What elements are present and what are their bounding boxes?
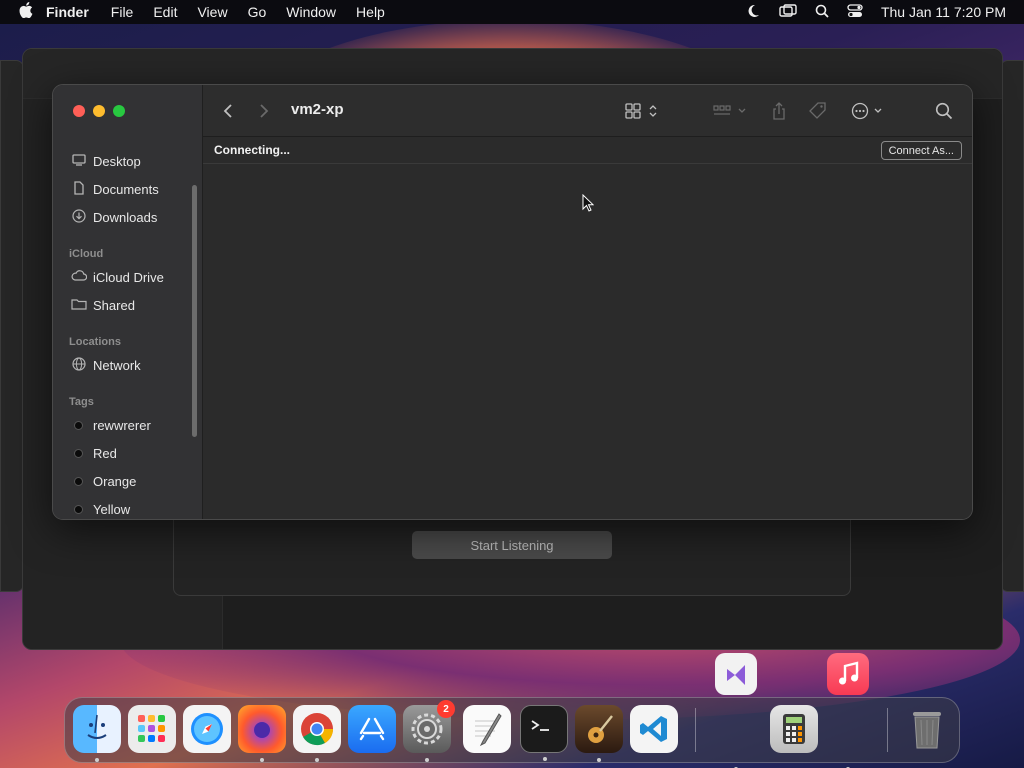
window-controls [73, 105, 125, 117]
running-indicator [315, 758, 319, 762]
close-window-button[interactable] [73, 105, 85, 117]
sidebar-item-label: Desktop [93, 153, 141, 169]
tag-dot-icon [74, 504, 83, 514]
zoom-window-button[interactable] [113, 105, 125, 117]
menu-window[interactable]: Window [286, 4, 336, 20]
back-chevron-icon[interactable] [223, 99, 233, 123]
tag-icon[interactable] [809, 99, 827, 123]
running-indicator [95, 758, 99, 762]
sidebar-tag-orange[interactable]: Orange [53, 467, 203, 495]
dock-separator [887, 708, 888, 752]
running-indicator [425, 758, 429, 762]
safari-dock-icon[interactable] [183, 705, 231, 753]
sidebar-item-shared[interactable]: Shared [53, 291, 203, 319]
screen-mirroring-icon[interactable] [779, 3, 797, 21]
background-window-right [1000, 60, 1024, 592]
sidebar-item-label: Yellow [93, 501, 131, 517]
share-icon[interactable] [771, 99, 787, 123]
garageband-dock-icon[interactable] [575, 705, 623, 762]
firefox-dock-icon[interactable] [238, 705, 286, 762]
finder-sidebar: Desktop Documents Downloads iCloud iClou [53, 85, 203, 519]
download-icon [71, 208, 87, 226]
menu-file[interactable]: File [111, 4, 134, 20]
running-indicator [543, 757, 547, 761]
app-store-dock-icon[interactable] [348, 705, 396, 753]
minimize-window-button[interactable] [93, 105, 105, 117]
spotlight-search-icon[interactable] [815, 4, 829, 21]
file-browser-content[interactable] [203, 165, 972, 519]
sidebar-item-downloads[interactable]: Downloads [53, 203, 203, 231]
search-icon[interactable] [935, 99, 953, 123]
sidebar-tag-rewwrerer[interactable]: rewwrerer [53, 411, 203, 439]
launchpad-dock-icon[interactable] [128, 705, 176, 753]
menu-help[interactable]: Help [356, 4, 385, 20]
music-floating-icon[interactable] [827, 653, 869, 695]
sidebar-scrollbar[interactable] [192, 185, 197, 437]
sidebar-item-label: Network [93, 357, 141, 373]
window-title: vm2-xp [291, 101, 344, 118]
tag-dot-icon [74, 448, 83, 458]
notification-badge: 2 [437, 700, 455, 718]
sidebar-item-label: Downloads [93, 209, 158, 225]
cloud-icon [71, 270, 88, 284]
menu-finder[interactable]: Finder [46, 4, 89, 20]
background-window-left [0, 60, 24, 592]
terminal-dock-icon[interactable] [520, 705, 568, 761]
connect-as-button[interactable]: Connect As... [880, 141, 962, 160]
menu-clock[interactable]: Thu Jan 11 7:20 PM [881, 4, 1006, 20]
icon-view-grid-icon[interactable] [625, 99, 661, 123]
textedit-dock-icon[interactable] [463, 705, 511, 753]
shared-folder-icon [71, 298, 87, 313]
running-indicator [597, 758, 601, 762]
document-icon [71, 180, 87, 198]
finder-window: Desktop Documents Downloads iCloud iClou [52, 84, 973, 520]
sidebar-item-label: Shared [93, 297, 135, 313]
apple-menu-icon[interactable] [16, 2, 36, 22]
sidebar-item-documents[interactable]: Documents [53, 175, 203, 203]
globe-icon [71, 356, 87, 374]
menu-view[interactable]: View [197, 4, 227, 20]
group-by-icon[interactable] [713, 99, 749, 123]
control-center-icon[interactable] [847, 3, 863, 21]
finder-dock-icon[interactable] [73, 705, 121, 762]
connection-status: Connecting... [214, 143, 290, 157]
sidebar-item-icloud-drive[interactable]: iCloud Drive [53, 263, 203, 291]
sidebar-section-locations: Locations [69, 336, 121, 348]
calculator-dock-icon[interactable] [770, 705, 818, 753]
more-actions-icon[interactable] [851, 99, 885, 123]
sidebar-item-label: Orange [93, 473, 137, 489]
sidebar-section-tags: Tags [69, 396, 94, 408]
tag-dot-icon [74, 420, 83, 430]
finder-toolbar: vm2-xp [203, 85, 972, 137]
vscode-dock-icon[interactable] [630, 705, 678, 753]
mouse-cursor-icon [582, 193, 595, 217]
menu-bar: Finder File Edit View Go Window Help Thu… [0, 0, 1024, 24]
sidebar-item-label: iCloud Drive [93, 269, 164, 285]
sidebar-item-desktop[interactable]: Desktop [53, 147, 203, 175]
menu-edit[interactable]: Edit [153, 4, 177, 20]
running-indicator [260, 758, 264, 762]
chrome-dock-icon[interactable] [293, 705, 341, 762]
dock-separator [695, 708, 696, 752]
tag-dot-icon [74, 476, 83, 486]
sidebar-list: Desktop Documents Downloads iCloud iClou [53, 147, 203, 519]
dock: 2 [64, 697, 960, 768]
forward-chevron-icon[interactable] [259, 99, 269, 123]
trash-dock-icon[interactable] [903, 705, 951, 753]
visual-studio-floating-icon[interactable] [715, 653, 757, 695]
start-listening-button[interactable]: Start Listening [412, 531, 612, 559]
system-settings-dock-icon[interactable]: 2 [403, 700, 455, 762]
desktop-icon [71, 153, 87, 169]
sidebar-item-network[interactable]: Network [53, 351, 203, 379]
focus-moon-icon[interactable] [745, 3, 761, 22]
sidebar-item-label: Red [93, 445, 117, 461]
sidebar-section-icloud: iCloud [69, 248, 104, 260]
menu-go[interactable]: Go [248, 4, 267, 20]
sidebar-item-label: rewwrerer [93, 417, 151, 433]
sidebar-item-label: Documents [93, 181, 159, 197]
connection-status-bar: Connecting... Connect As... [203, 137, 972, 164]
sidebar-tag-red[interactable]: Red [53, 439, 203, 467]
sidebar-tag-yellow[interactable]: Yellow [53, 495, 203, 519]
